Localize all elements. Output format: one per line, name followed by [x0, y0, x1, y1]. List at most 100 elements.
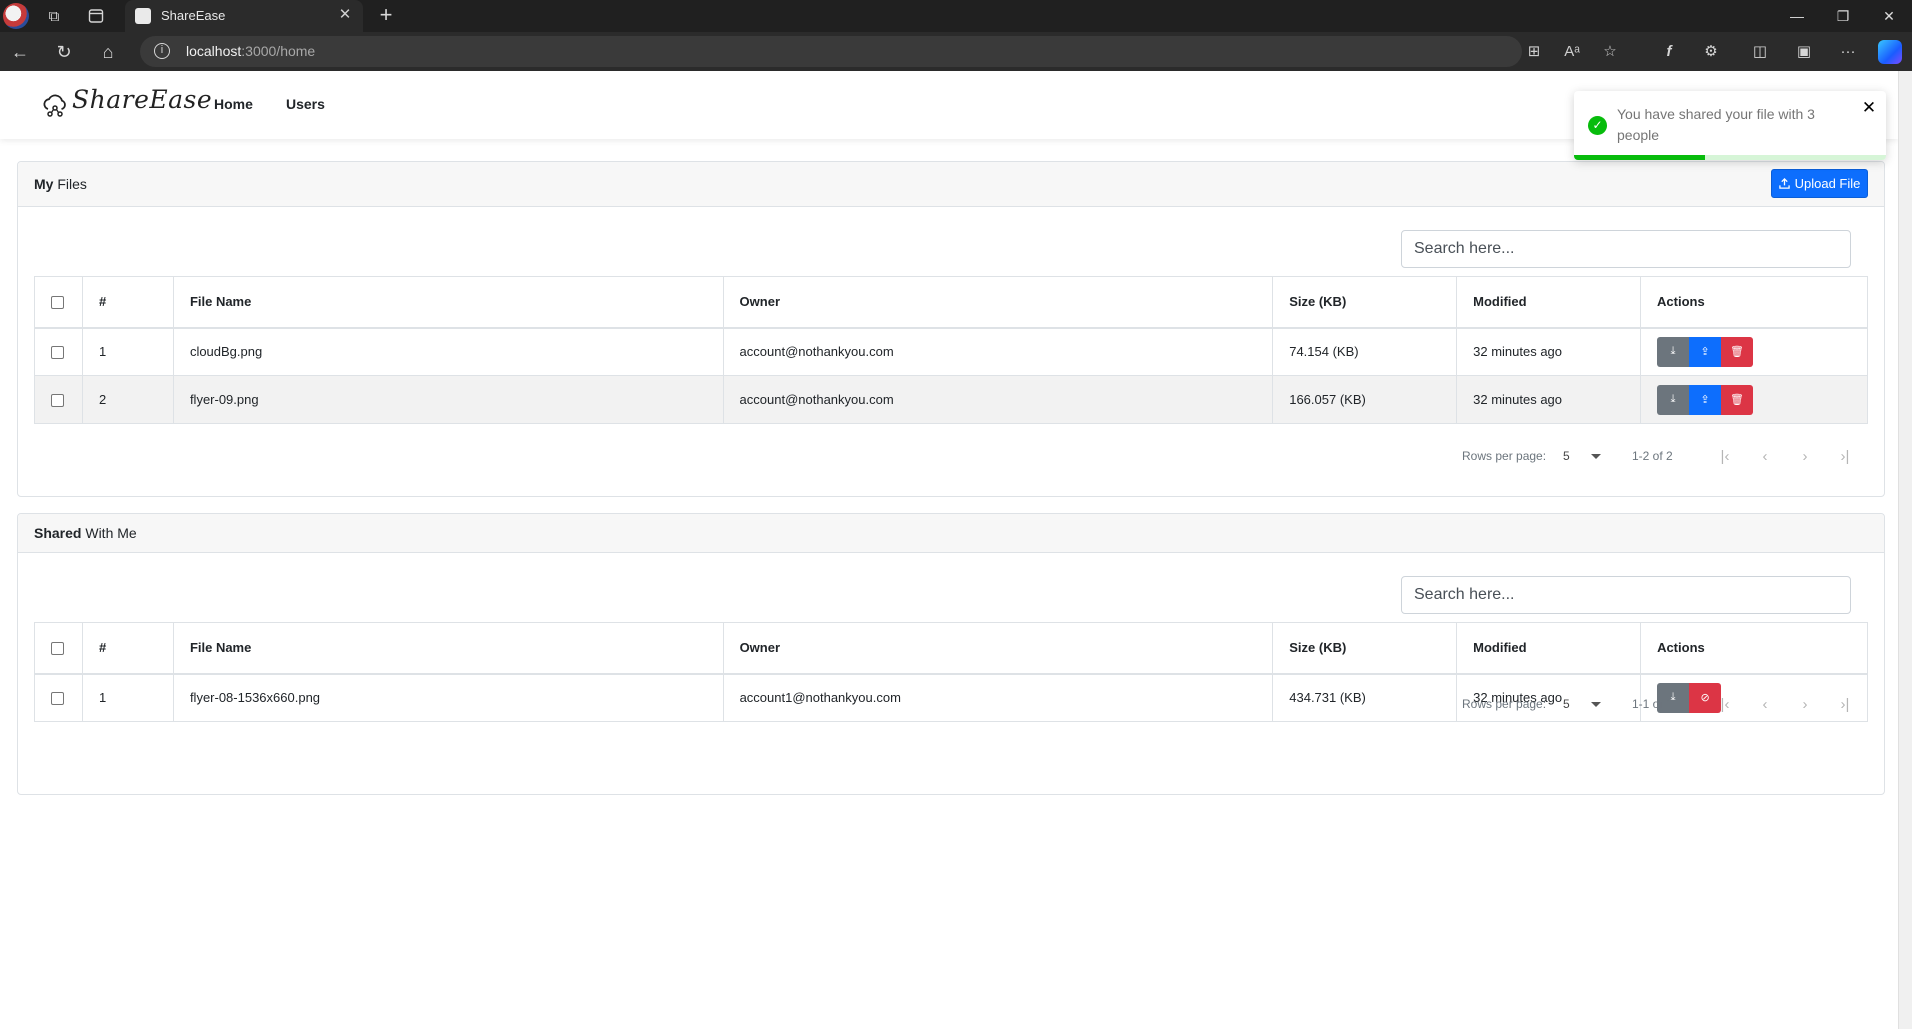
- select-all-cell: [34, 276, 83, 329]
- shared-title: Shared With Me: [34, 525, 137, 541]
- next-page-icon[interactable]: ›: [1793, 445, 1817, 469]
- delete-button[interactable]: 🗑: [1721, 384, 1754, 415]
- url-field[interactable]: i localhost:3000/home ⊞ Aᵃ ☆: [140, 36, 1617, 67]
- pagination-range: 1-2 of 2: [1632, 449, 1673, 463]
- column-header-file-name[interactable]: File Name: [172, 622, 724, 675]
- app-available-icon[interactable]: ⊞: [1522, 40, 1546, 64]
- brand-name[interactable]: ShareEase: [72, 85, 212, 114]
- table-header-row: # File Name Owner Size (KB) Modified Act…: [34, 622, 1868, 675]
- last-page-icon[interactable]: ›|: [1833, 693, 1857, 717]
- toast-close-button[interactable]: ✕: [1860, 99, 1878, 117]
- shareease-favicon-icon: [135, 8, 151, 24]
- file-owner: account@nothankyou.com: [722, 327, 1274, 376]
- url-text: localhost:3000/home: [186, 43, 316, 59]
- home-icon[interactable]: ⌂: [96, 40, 120, 64]
- my-files-title: My Files: [34, 176, 87, 192]
- new-tab-icon[interactable]: +: [374, 4, 398, 28]
- select-all-checkbox[interactable]: [51, 296, 64, 310]
- chevron-down-icon[interactable]: [1591, 454, 1601, 459]
- rows-per-page-select[interactable]: 5: [1563, 449, 1570, 463]
- back-icon[interactable]: ←: [8, 40, 32, 64]
- row-number: 2: [81, 375, 174, 424]
- download-icon: ⤓: [1670, 393, 1676, 405]
- rows-per-page-select[interactable]: 5: [1563, 697, 1570, 711]
- success-toast: ✓ You have shared your file with 3 peopl…: [1574, 91, 1886, 160]
- address-bar: ← ↻ ⌂ i localhost:3000/home ⊞ Aᵃ ☆ f ⚙ ◫…: [0, 32, 1912, 71]
- tab-actions-icon[interactable]: [84, 4, 108, 28]
- previous-page-icon[interactable]: ‹: [1753, 693, 1777, 717]
- trash-icon: 🗑: [1730, 394, 1745, 406]
- column-header-size[interactable]: Size (KB): [1272, 276, 1458, 329]
- extensions-icon[interactable]: ⚙: [1699, 40, 1723, 64]
- shared-with-me-card: Shared With Me # File Name Owner Size (K…: [17, 513, 1885, 795]
- collections-icon[interactable]: ▣: [1792, 40, 1816, 64]
- upload-file-label: Upload File: [1794, 176, 1861, 191]
- column-header-size[interactable]: Size (KB): [1272, 622, 1458, 675]
- file-modified: 32 minutes ago: [1456, 327, 1642, 376]
- last-page-icon[interactable]: ›|: [1833, 445, 1857, 469]
- rows-per-page-label: Rows per page:: [1462, 449, 1547, 463]
- window-close-icon[interactable]: ✕: [1866, 0, 1912, 32]
- table-row: 1 cloudBg.png account@nothankyou.com 74.…: [34, 327, 1868, 376]
- column-header-actions: Actions: [1640, 276, 1868, 329]
- delete-button[interactable]: 🗑: [1721, 336, 1754, 367]
- table-row: 2 flyer-09.png account@nothankyou.com 16…: [34, 375, 1868, 424]
- share-icon: ⇪: [1700, 346, 1710, 359]
- tab-title: ShareEase: [161, 8, 226, 23]
- row-checkbox[interactable]: [51, 394, 64, 408]
- share-button[interactable]: ⇪: [1689, 336, 1722, 367]
- column-header-file-name[interactable]: File Name: [172, 276, 724, 329]
- page-scrollbar[interactable]: [1898, 71, 1912, 1029]
- row-checkbox[interactable]: [51, 346, 64, 360]
- column-header-actions: Actions: [1640, 622, 1868, 675]
- restore-icon[interactable]: ❐: [1820, 0, 1866, 32]
- file-size: 74.154 (KB): [1272, 327, 1458, 376]
- column-header-modified[interactable]: Modified: [1456, 622, 1642, 675]
- tab-close-icon[interactable]: ✕: [335, 5, 355, 25]
- my-files-search-input[interactable]: [1401, 230, 1851, 268]
- nav-home-link[interactable]: Home: [214, 96, 253, 112]
- upload-file-button[interactable]: Upload File: [1771, 169, 1868, 198]
- copilot-icon[interactable]: [1878, 40, 1902, 64]
- share-button[interactable]: ⇪: [1689, 384, 1722, 415]
- profile-avatar-icon[interactable]: [3, 3, 29, 29]
- column-header-modified[interactable]: Modified: [1456, 276, 1642, 329]
- formula-icon[interactable]: f: [1657, 40, 1681, 64]
- file-name: flyer-09.png: [172, 375, 724, 424]
- favorite-star-icon[interactable]: ☆: [1598, 40, 1622, 64]
- shared-pagination: Rows per page: 5 1-1 of 1 |‹ ‹ › ›|: [18, 693, 1884, 717]
- column-header-number[interactable]: #: [81, 276, 174, 329]
- my-files-card: My Files Upload File # File Name Owner S…: [17, 161, 1885, 497]
- toast-message: You have shared your file with 3 people: [1617, 106, 1815, 143]
- reload-icon[interactable]: ↻: [52, 40, 76, 64]
- upload-icon: [1778, 178, 1790, 189]
- chevron-down-icon[interactable]: [1591, 702, 1601, 707]
- first-page-icon[interactable]: |‹: [1713, 445, 1737, 469]
- download-button[interactable]: ⤓: [1657, 384, 1690, 415]
- shared-search-input[interactable]: [1401, 576, 1851, 614]
- nav-users-link[interactable]: Users: [286, 96, 325, 112]
- column-header-owner[interactable]: Owner: [722, 622, 1274, 675]
- app-page: ShareEase Home Users My Files Upload Fil…: [0, 71, 1898, 1029]
- more-menu-icon[interactable]: ···: [1836, 40, 1860, 64]
- download-icon: ⤓: [1670, 345, 1676, 358]
- first-page-icon[interactable]: |‹: [1713, 693, 1737, 717]
- file-name: cloudBg.png: [172, 327, 724, 376]
- read-aloud-icon[interactable]: Aᵃ: [1560, 40, 1584, 64]
- share-icon: ⇪: [1700, 394, 1710, 406]
- download-button[interactable]: ⤓: [1657, 336, 1690, 367]
- my-files-pagination: Rows per page: 5 1-2 of 2 |‹ ‹ › ›|: [18, 445, 1884, 469]
- shared-header: Shared With Me: [18, 514, 1884, 553]
- select-all-checkbox[interactable]: [51, 642, 64, 656]
- split-screen-icon[interactable]: ◫: [1748, 40, 1772, 64]
- workspaces-icon[interactable]: ⧉: [42, 4, 66, 28]
- next-page-icon[interactable]: ›: [1793, 693, 1817, 717]
- toast-progress-bar: [1574, 155, 1706, 160]
- column-header-number[interactable]: #: [81, 622, 174, 675]
- site-info-icon[interactable]: i: [154, 43, 170, 59]
- row-actions: ⤓ ⇪ 🗑: [1640, 327, 1868, 376]
- tab-shareease[interactable]: ShareEase ✕: [125, 0, 363, 32]
- column-header-owner[interactable]: Owner: [722, 276, 1274, 329]
- previous-page-icon[interactable]: ‹: [1753, 445, 1777, 469]
- minimize-icon[interactable]: —: [1774, 0, 1820, 32]
